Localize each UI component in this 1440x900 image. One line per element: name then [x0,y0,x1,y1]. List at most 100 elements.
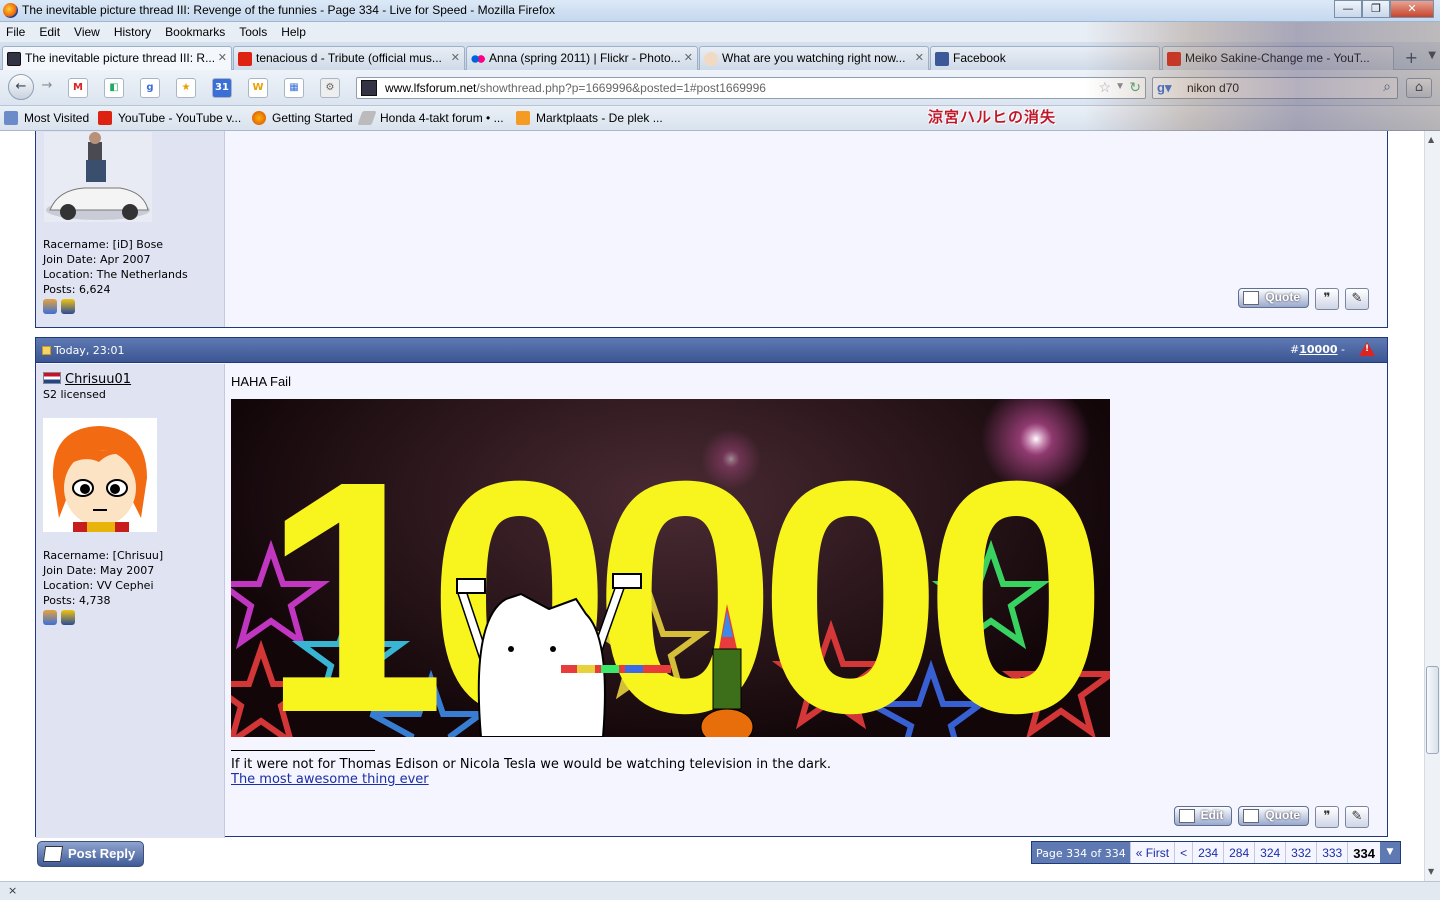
tab-close-icon[interactable]: ✕ [915,51,924,64]
quick-reply-icon[interactable]: ✎ [1345,288,1369,310]
google-search-engine-icon[interactable]: g▾ [1157,80,1171,96]
docs-icon[interactable]: W [248,78,268,98]
bookmark-star-icon[interactable]: ☆ [1098,79,1111,96]
netherlands-flag-icon [43,372,61,384]
menu-tools[interactable]: Tools [237,25,269,39]
award-badge-icon [43,299,57,314]
tab-facebook[interactable]: Facebook [930,46,1160,70]
youtube-icon [98,111,112,125]
quote-label: Quote [1265,290,1300,304]
racername: Racername: [iD] Bose [43,238,164,251]
page-link[interactable]: 284 [1223,842,1254,863]
google-icon[interactable]: g [140,78,160,98]
minimize-button[interactable]: — [1334,0,1362,18]
translate-icon[interactable]: ▦ [284,78,304,98]
close-button[interactable]: ✕ [1390,0,1434,18]
most-visited-icon [4,111,18,125]
tab-watching[interactable]: What are you watching right now... ✕ [699,46,929,70]
vertical-scrollbar[interactable]: ▲ ▼ [1424,131,1440,881]
racername: Racername: [Chrisuu] [43,549,164,562]
edit-label: Edit [1200,808,1224,822]
search-value: nikon d70 [1187,81,1240,95]
post-number-prefix: # [1290,343,1300,356]
back-arrow-icon[interactable]: ← [8,74,34,100]
quote-button[interactable]: Quote [1238,288,1309,308]
bookmark-most-visited[interactable]: Most Visited [4,111,89,125]
site-identity-icon[interactable] [361,80,377,96]
gmail-icon[interactable]: M [68,78,88,98]
tab-meiko[interactable]: Meiko Sakine-Change me - YouT... [1162,46,1394,70]
bookmarks-star-icon[interactable]: ★ [176,78,196,98]
tab-close-icon[interactable]: ✕ [218,51,227,64]
bookmark-getting-started[interactable]: Getting Started [252,111,353,125]
settings-gear-icon[interactable]: ⚙ [320,78,340,98]
quote-button[interactable]: Quote [1238,806,1309,826]
home-icon[interactable]: ⌂ [1406,78,1432,98]
member-badge-icon [61,610,75,625]
menu-help[interactable]: Help [279,25,308,39]
prev-page-link[interactable]: < [1174,842,1192,863]
address-bar[interactable]: www.lfsforum.net/showthread.php?p=166999… [356,77,1146,99]
page-link[interactable]: 324 [1254,842,1285,863]
scrollbar-thumb[interactable] [1426,666,1439,754]
tab-strip: The inevitable picture thread III: R... … [0,42,1440,71]
signature-divider [231,750,375,751]
award-badge-icon [43,610,57,625]
web-page: Racername: [iD] Bose Join Date: Apr 2007… [0,131,1424,881]
user-info: Chrisuu01 S2 licensed [43,372,131,402]
tab-label: Anna (spring 2011) | Flickr - Photo... [489,51,681,65]
bookmark-youtube[interactable]: YouTube - YouTube v... [98,111,241,125]
multi-quote-icon[interactable]: ❞ [1315,288,1339,310]
page-link[interactable]: 333 [1316,842,1347,863]
tab-label: Facebook [953,51,1006,65]
quick-reply-icon[interactable]: ✎ [1345,806,1369,828]
signature-text: If it were not for Thomas Edison or Nico… [231,757,831,772]
menu-view[interactable]: View [72,25,102,39]
search-input[interactable]: g▾ nikon d70 ⌕ [1152,77,1398,99]
flickr-favicon-icon [471,52,485,66]
scroll-up-icon[interactable]: ▲ [1428,135,1434,144]
reload-icon[interactable]: ↻ [1129,79,1141,96]
google-toolbar-icon[interactable]: ◧ [104,78,124,98]
menu-bookmarks[interactable]: Bookmarks [163,25,227,39]
new-tab-button[interactable]: + [1405,48,1418,67]
forward-arrow-icon[interactable]: → [36,76,58,98]
honda-icon [357,111,377,125]
page-jump-dropdown[interactable]: ▼ [1379,842,1400,863]
page-link[interactable]: 332 [1285,842,1316,863]
tab-tenacious-d[interactable]: tenacious d - Tribute (official mus... ✕ [233,46,465,70]
window-title: The inevitable picture thread III: Reven… [22,3,555,17]
post-number-link[interactable]: 10000 [1299,343,1337,356]
url-domain: www.lfsforum.net [385,81,477,95]
tab-lfs-forum[interactable]: The inevitable picture thread III: R... … [2,46,232,71]
scroll-down-icon[interactable]: ▼ [1428,867,1434,876]
first-page-link[interactable]: « First [1129,842,1174,863]
menu-file[interactable]: File [4,25,27,39]
menu-history[interactable]: History [112,25,153,39]
url-dropdown-icon[interactable]: ▼ [1115,81,1125,92]
close-addon-bar-icon[interactable]: × [8,884,17,897]
post-date-text: Today, 23:01 [54,344,125,357]
report-post-icon[interactable]: ! [1359,342,1375,356]
signature: If it were not for Thomas Edison or Nico… [231,750,831,787]
avatar [43,418,157,532]
tab-close-icon[interactable]: ✕ [451,51,460,64]
bookmark-honda-forum[interactable]: Honda 4-takt forum • ... [357,111,504,125]
menu-edit[interactable]: Edit [37,25,62,39]
post-reply-button[interactable]: Post Reply [37,841,144,867]
username-link[interactable]: Chrisuu01 [65,372,131,387]
post-message: HAHA Fail [231,374,291,389]
post-reply-label: Post Reply [68,846,136,861]
list-all-tabs-icon[interactable]: ▼ [1428,50,1436,61]
tab-close-icon[interactable]: ✕ [684,51,693,64]
page-link[interactable]: 234 [1192,842,1223,863]
maximize-button[interactable]: ❐ [1362,0,1390,18]
tab-flickr[interactable]: Anna (spring 2011) | Flickr - Photo... ✕ [466,46,698,70]
edit-button[interactable]: Edit [1173,806,1233,826]
calendar-icon[interactable]: 31 [212,78,232,98]
search-icon[interactable]: ⌕ [1383,78,1391,95]
youtube-favicon-icon [1167,52,1181,66]
signature-link[interactable]: The most awesome thing ever [231,772,429,787]
multi-quote-icon[interactable]: ❞ [1315,806,1339,828]
bookmark-marktplaats[interactable]: Marktplaats - De plek ... [516,111,663,125]
